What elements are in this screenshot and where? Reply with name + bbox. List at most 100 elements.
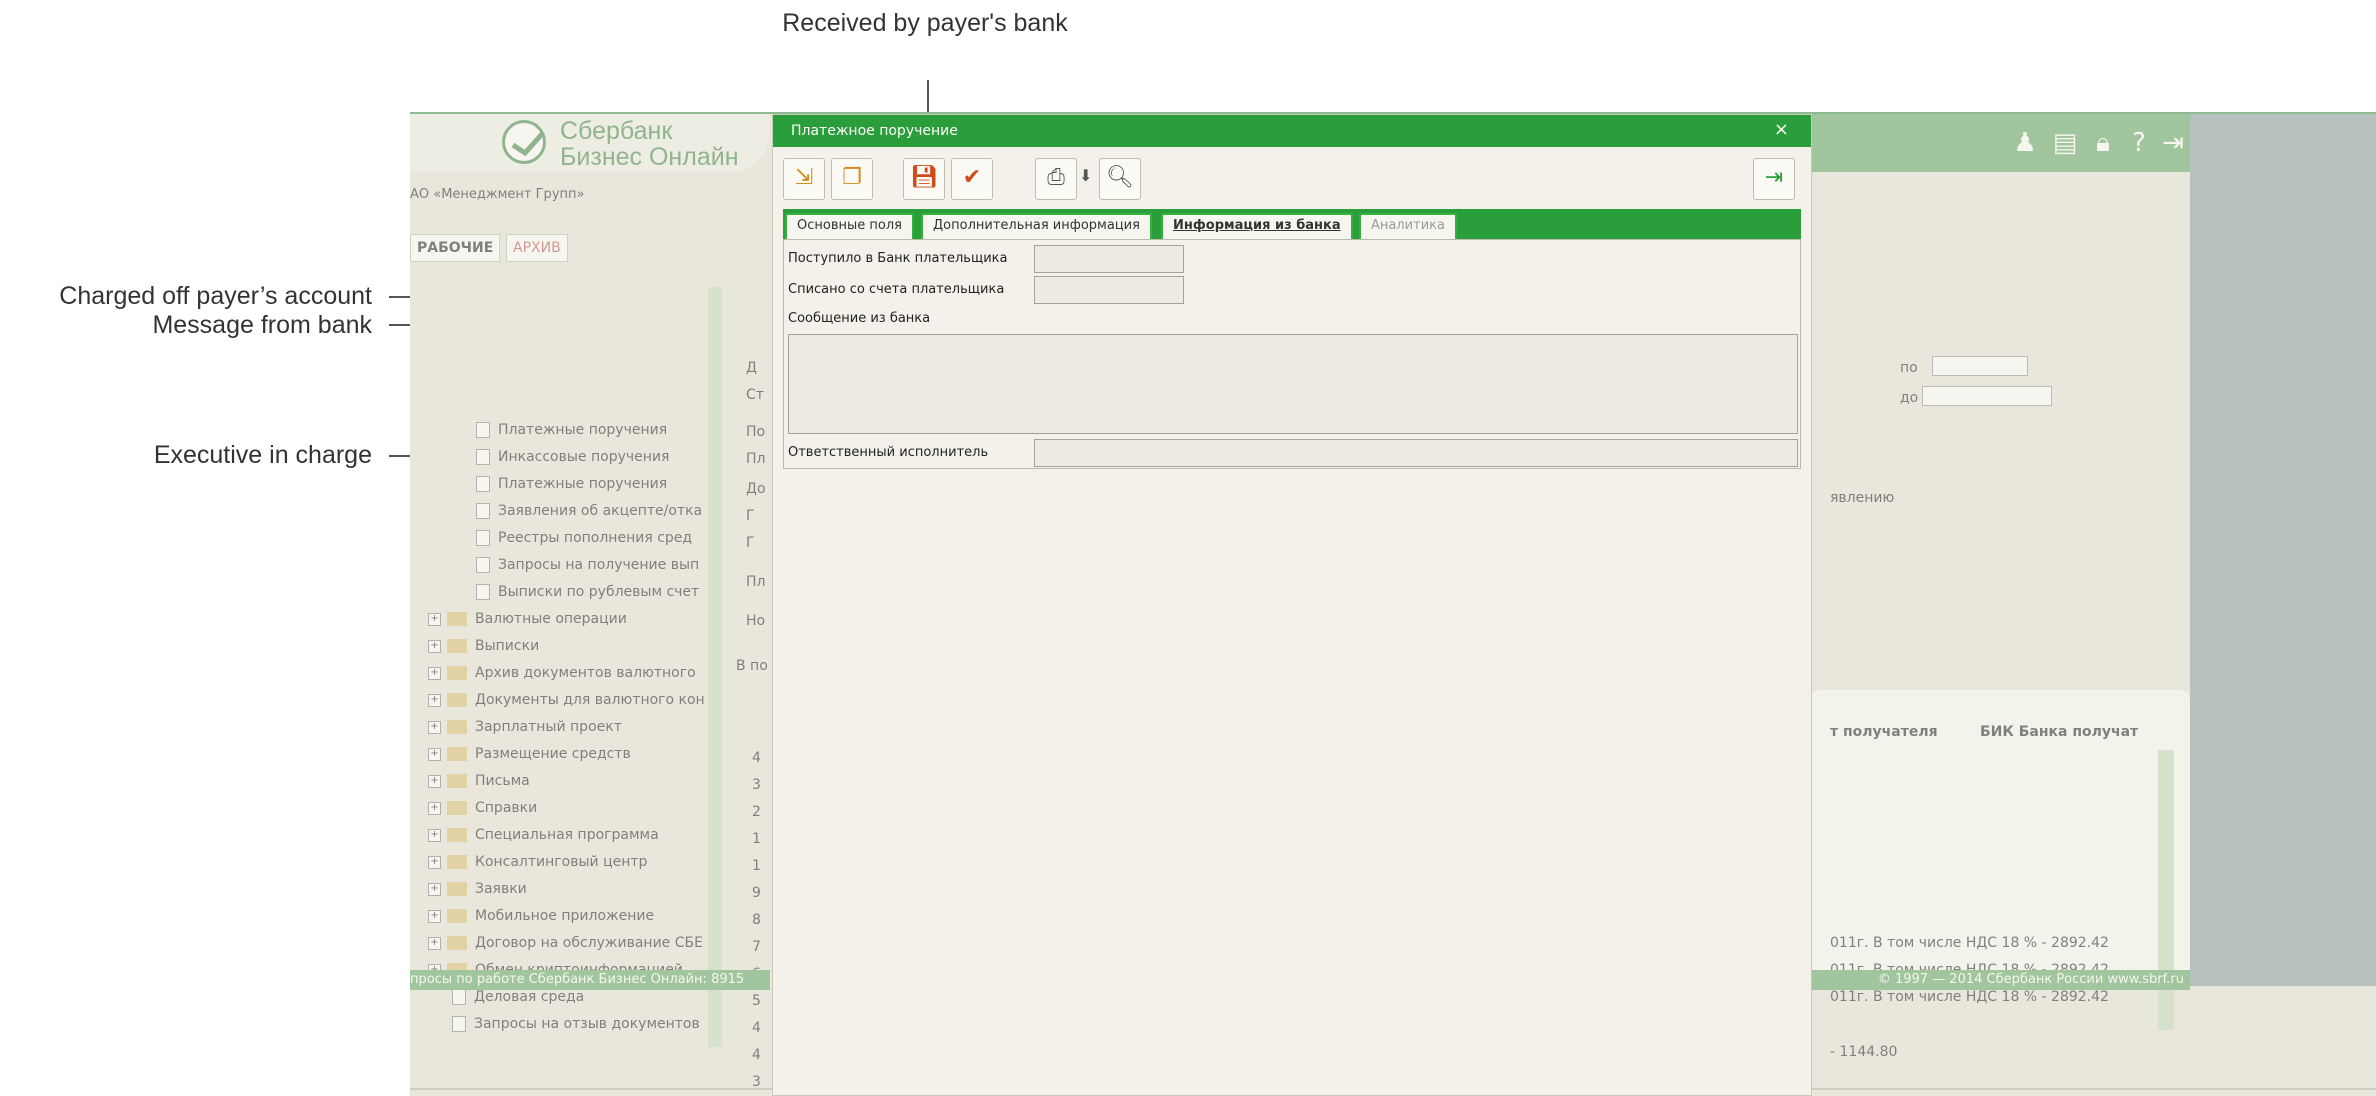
row-number: 4 [752, 1047, 761, 1063]
expand-icon[interactable]: + [428, 639, 441, 653]
expand-icon[interactable]: + [428, 828, 441, 842]
expand-icon[interactable]: + [428, 936, 441, 950]
calculator-icon[interactable]: ▤ [2050, 128, 2080, 158]
message-field[interactable] [788, 334, 1798, 434]
tree-item[interactable]: Заявления об акцепте/отка [476, 503, 702, 519]
received-label: Поступило в Банк плательщика [788, 251, 1008, 266]
tab-working[interactable]: РАБОЧИЕ [410, 234, 501, 262]
exit-button[interactable]: ⇥ [1753, 158, 1795, 200]
callout-charged-text: Charged off payer’s account [59, 282, 372, 310]
tree-folder[interactable]: + Размещение средств [428, 746, 631, 762]
tree-folder-label: Валютные операции [475, 611, 627, 627]
save-button[interactable]: 💾︎ [903, 158, 945, 200]
folder-icon [447, 828, 467, 842]
right-gray-strip [2190, 114, 2376, 986]
document-icon [452, 1016, 466, 1032]
filter-po-input[interactable] [1932, 356, 2028, 376]
folder-icon [447, 666, 467, 680]
left-label: Ст [746, 387, 764, 403]
dialog-toolbar: ⇲ ❐ 💾︎ ✔ ⎙ ⬇ 🔍︎ ⇥ [773, 148, 1811, 206]
expand-icon[interactable]: + [428, 774, 441, 788]
tree-item-label: Заявления об акцепте/отка [498, 503, 703, 519]
navigation-tree: Платежные поручения Инкассовые поручения… [410, 262, 720, 1062]
tree-item[interactable]: Инкассовые поручения [476, 449, 669, 465]
expand-icon[interactable]: + [428, 693, 441, 707]
expand-icon[interactable]: + [428, 801, 441, 815]
callout-message-text: Message from bank [152, 311, 372, 339]
expand-icon[interactable]: + [428, 612, 441, 626]
tab-bank-info[interactable]: Информация из банка [1161, 213, 1353, 241]
left-tabs: РАБОЧИЕ АРХИВ [410, 234, 730, 262]
lock-icon[interactable]: 🔒︎ [2088, 128, 2118, 158]
tree-folder-label: Документы для валютного кон [475, 692, 705, 708]
tree-item[interactable]: Запросы на получение вып [476, 557, 699, 573]
expand-icon[interactable]: + [428, 909, 441, 923]
expand-icon[interactable]: + [428, 747, 441, 761]
tab-main-fields[interactable]: Основные поля [785, 213, 914, 241]
executive-label: Ответственный исполнитель [788, 445, 989, 460]
tree-folder[interactable]: + Справки [428, 800, 537, 816]
preview-button[interactable]: 🔍︎ [1099, 158, 1141, 200]
expand-icon[interactable]: + [428, 666, 441, 680]
filter-po-label: по [1900, 360, 1918, 376]
tree-folder[interactable]: + Специальная программа [428, 827, 659, 843]
tab-analytics: Аналитика [1359, 213, 1457, 241]
bank-info-panel: Поступило в Банк плательщика Списано со … [783, 239, 1801, 469]
expand-icon[interactable]: + [428, 882, 441, 896]
help-icon[interactable]: ? [2124, 128, 2154, 158]
tree-folder[interactable]: + Зарплатный проект [428, 719, 622, 735]
close-icon[interactable]: × [1774, 115, 1789, 145]
expand-icon[interactable]: + [428, 720, 441, 734]
company-name: АО «Менеджмент Групп» [410, 187, 585, 202]
charged-field[interactable] [1034, 276, 1184, 304]
table-cell: - 1144.80 [1830, 1044, 1898, 1060]
tree-folder[interactable]: + Архив документов валютного [428, 665, 696, 681]
tree-item[interactable]: Выписки по рублевым счет [476, 584, 699, 600]
tree-folder[interactable]: + Документы для валютного кон [428, 692, 705, 708]
tab-additional-info[interactable]: Дополнительная информация [921, 213, 1152, 241]
tree-folder-label: Выписки [475, 638, 540, 654]
row-number: 5 [752, 993, 761, 1009]
sber-logo-icon [502, 120, 546, 164]
document-icon [476, 530, 490, 546]
left-label: Пл [746, 574, 766, 590]
tree-item[interactable]: Запросы на отзыв документов [452, 1016, 700, 1032]
left-label: Г [746, 535, 755, 551]
tree-folder-label: Архив документов валютного [475, 665, 696, 681]
tree-folder[interactable]: + Валютные операции [428, 611, 627, 627]
tab-archive[interactable]: АРХИВ [506, 234, 568, 262]
tree-item-label: Выписки по рублевым счет [498, 584, 700, 600]
callout-received-text: Received by payer's bank [782, 9, 1068, 37]
table-cell: 011г. В том числе НДС 18 % - 2892.42 [1830, 935, 2109, 951]
tree-folder[interactable]: + Заявки [428, 881, 527, 897]
user-icon[interactable]: ♟ [2010, 128, 2040, 158]
tree-item[interactable]: Платежные поручения [476, 476, 667, 492]
tree-item[interactable]: Реестры пополнения сред [476, 530, 692, 546]
print-button[interactable]: ⎙ [1035, 158, 1077, 200]
tree-item[interactable]: Деловая среда [452, 989, 584, 1005]
tree-folder[interactable]: + Выписки [428, 638, 539, 654]
callout-message: Message from bank [0, 310, 372, 340]
tree-folder[interactable]: + Договор на обслуживание СБЕ [428, 935, 703, 951]
filter-do-input[interactable] [1922, 386, 2052, 406]
row-number: 2 [752, 804, 761, 820]
expand-icon[interactable]: + [428, 855, 441, 869]
print-dropdown-icon[interactable]: ⬇ [1079, 166, 1092, 185]
executive-field[interactable] [1034, 439, 1798, 467]
exit-icon[interactable]: ⇥ [2158, 128, 2188, 158]
tree-folder[interactable]: + Письма [428, 773, 530, 789]
tree-folder[interactable]: + Мобильное приложение [428, 908, 654, 924]
callout-received: Received by payer's bank [780, 8, 1070, 38]
copy-button[interactable]: ❐ [831, 158, 873, 200]
tree-folder-label: Письма [475, 773, 530, 789]
tree-folder[interactable]: + Консалтинговый центр [428, 854, 647, 870]
sign-button[interactable]: ✔ [951, 158, 993, 200]
import-button[interactable]: ⇲ [783, 158, 825, 200]
tree-folder-label: Размещение средств [475, 746, 631, 762]
tree-item[interactable]: Платежные поручения [476, 422, 667, 438]
logo-line-2: Бизнес Онлайн [560, 143, 739, 171]
received-field[interactable] [1034, 245, 1184, 273]
tree-scrollbar[interactable] [708, 287, 722, 1047]
left-label: По [746, 424, 766, 440]
folder-icon [447, 774, 467, 788]
